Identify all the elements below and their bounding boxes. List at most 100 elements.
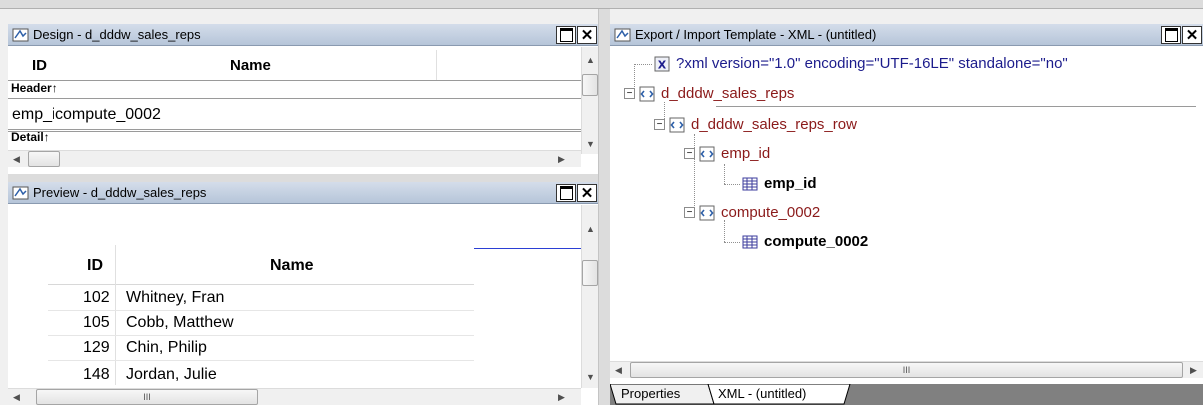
scroll-up-icon[interactable]: ▲ [582,51,598,68]
tab-shapes [610,384,851,405]
xml-hscroll[interactable]: ◀ III ▶ [610,361,1203,378]
collapse-icon[interactable]: − [684,148,695,159]
table-row[interactable]: 148 Jordan, Julie [48,361,474,386]
xml-declaration-text: ?xml version="1.0" encoding="UTF-16LE" s… [676,55,1068,72]
design-vscroll[interactable]: ▲ ▼ [581,47,598,154]
element-icon [699,146,715,161]
table-row[interactable]: 102 Whitney, Fran [48,286,474,311]
scroll-thumb[interactable]: III [36,389,258,405]
maximize-button[interactable] [1161,25,1181,44]
preview-col-id: ID [87,257,103,274]
root-element-node[interactable]: − d_dddw_sales_reps [624,85,794,102]
maximize-button[interactable] [556,183,576,202]
compute-element-node[interactable]: − compute_0002 [684,204,820,221]
xml-titlebar[interactable]: Export / Import Template - XML - (untitl… [610,24,1203,46]
xml-declaration-icon: X [654,56,670,71]
row-id: 129 [83,339,110,356]
row-id: 105 [83,314,110,331]
column-divider [436,50,437,80]
vertical-splitter[interactable] [598,9,610,405]
scroll-right-icon[interactable]: ▶ [553,151,570,168]
xml-title: Export / Import Template - XML - (untitl… [635,27,877,42]
row-id: 148 [83,366,110,383]
column-icon [742,177,758,190]
compute-field[interactable]: compute_0002 [55,106,161,124]
scroll-left-icon[interactable]: ◀ [8,151,25,168]
row-element-label: d_dddw_sales_reps_row [691,116,857,133]
scroll-left-icon[interactable]: ◀ [8,389,25,405]
xml-declaration-node[interactable]: X ?xml version="1.0" encoding="UTF-16LE"… [654,55,1068,72]
compute-column-label: compute_0002 [764,233,869,250]
scroll-thumb[interactable] [582,74,598,96]
scroll-right-icon[interactable]: ▶ [553,389,570,405]
horizontal-splitter[interactable] [8,174,598,182]
tree-connector [724,242,740,243]
svg-text:X: X [658,58,667,71]
preview-title: Preview - d_dddw_sales_reps [33,185,207,200]
row-id: 102 [83,289,110,306]
datawindow-icon [12,186,29,199]
design-col-name: Name [230,57,271,74]
blue-guide-line [474,248,581,249]
preview-grid: ID Name 102 Whitney, Fran 105 Cobb, Matt… [48,245,474,385]
design-title: Design - d_dddw_sales_reps [33,27,201,42]
collapse-icon[interactable]: − [684,207,695,218]
close-button[interactable]: ✕ [577,25,597,44]
datawindow-icon [12,28,29,41]
scroll-thumb[interactable] [28,151,60,167]
tree-connector [724,184,740,185]
root-element-label: d_dddw_sales_reps [661,85,795,102]
datawindow-icon [614,28,631,41]
scroll-up-icon[interactable]: ▲ [582,220,598,237]
row-name: Chin, Philip [126,339,207,356]
row-name: Cobb, Matthew [126,314,234,331]
element-icon [669,117,685,132]
tree-connector [634,64,652,65]
emp-id-element-node[interactable]: − emp_id [684,145,770,162]
row-name: Jordan, Julie [126,366,217,383]
close-button[interactable]: ✕ [1182,25,1202,44]
collapse-icon[interactable]: − [624,88,635,99]
top-toolbar-strip [0,0,1203,9]
design-row[interactable]: emp_iđ compute_0002 [8,98,583,130]
xml-template-pane[interactable]: Export / Import Template - XML - (untitl… [610,24,1203,384]
design-hscroll[interactable]: ◀ ▶ [8,150,581,167]
close-button[interactable]: ✕ [577,183,597,202]
table-row[interactable]: 105 Cobb, Matthew [48,311,474,336]
row-name: Whitney, Fran [126,289,225,306]
header-band[interactable]: Header↑ [8,80,583,98]
maximize-button[interactable] [556,25,576,44]
design-col-id: ID [32,57,47,74]
preview-hscroll[interactable]: ◀ III ▶ [8,388,581,405]
design-pane[interactable]: Design - d_dddw_sales_reps ✕ ID Name Hea… [8,24,598,174]
element-icon [639,86,655,101]
emp-id-field[interactable]: emp_iđ [12,106,54,124]
column-icon [742,235,758,248]
row-element-node[interactable]: − d_dddw_sales_reps_row [654,116,857,133]
preview-header-row: ID Name [48,245,474,385]
emp-id-element-label: emp_id [721,145,771,162]
preview-pane[interactable]: Preview - d_dddw_sales_reps ✕ ID Name 10… [8,182,598,405]
tab-properties[interactable]: Properties [621,386,680,401]
scroll-thumb[interactable] [582,260,598,286]
emp-id-column-label: emp_id [764,175,817,192]
scroll-down-icon[interactable]: ▼ [582,368,598,385]
tree-connector [724,220,725,242]
detail-band[interactable]: Detail↑ [8,131,583,143]
preview-vscroll[interactable]: ▲ ▼ [581,205,598,388]
scroll-left-icon[interactable]: ◀ [610,362,627,379]
design-titlebar[interactable]: Design - d_dddw_sales_reps ✕ [8,24,598,46]
preview-col-name: Name [270,257,314,274]
compute-column-node[interactable]: compute_0002 [742,233,868,250]
element-icon [699,205,715,220]
tab-xml[interactable]: XML - (untitled) [718,386,806,401]
collapse-icon[interactable]: − [654,119,665,130]
scroll-down-icon[interactable]: ▼ [582,135,598,152]
preview-titlebar[interactable]: Preview - d_dddw_sales_reps ✕ [8,182,598,204]
emp-id-column-node[interactable]: emp_id [742,175,817,192]
compute-element-label: compute_0002 [721,204,821,221]
table-row[interactable]: 129 Chin, Philip [48,336,474,361]
scroll-right-icon[interactable]: ▶ [1185,362,1202,379]
scroll-thumb[interactable]: III [630,362,1183,378]
tab-strip: Properties XML - (untitled) [610,384,1203,405]
